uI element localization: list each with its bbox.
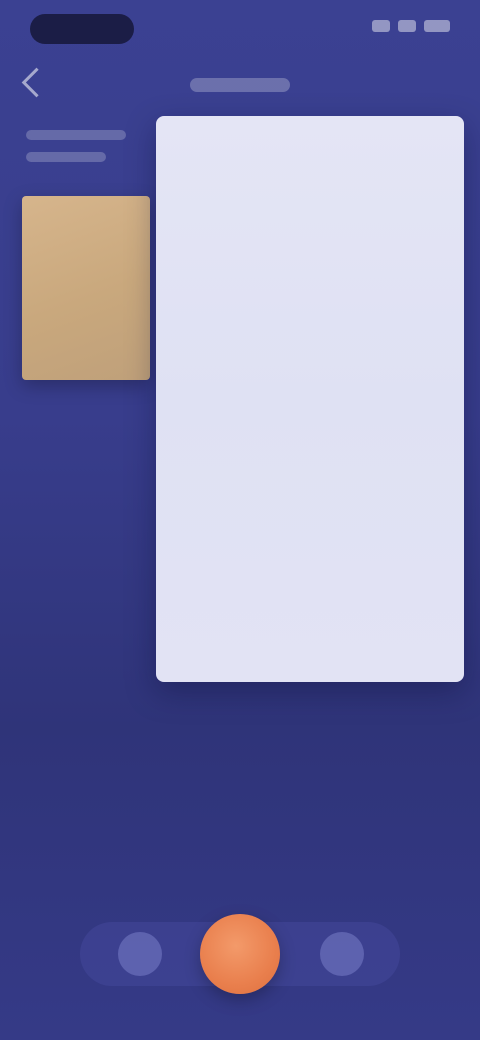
book-info xyxy=(26,130,136,174)
circle-button-icon[interactable] xyxy=(118,932,162,976)
battery-icon xyxy=(424,20,450,32)
book-title-line xyxy=(26,130,126,140)
screen xyxy=(0,0,480,1040)
menu-item[interactable] xyxy=(156,626,464,670)
primary-action-icon[interactable] xyxy=(200,914,280,994)
menu-item[interactable] xyxy=(156,160,464,204)
context-menu xyxy=(156,116,464,682)
menu-item[interactable] xyxy=(156,208,464,252)
status-pill xyxy=(30,14,134,44)
menu-item[interactable] xyxy=(156,266,464,310)
menu-item[interactable] xyxy=(156,474,464,518)
chevron-left-icon[interactable] xyxy=(21,67,52,98)
wifi-icon xyxy=(398,20,416,32)
menu-item[interactable] xyxy=(156,576,464,620)
bottom-control-bar xyxy=(0,900,480,1010)
book-cover[interactable] xyxy=(22,196,150,380)
book-author-line xyxy=(26,152,106,162)
header-title xyxy=(190,78,290,92)
status-bar xyxy=(0,0,480,64)
menu-item[interactable] xyxy=(156,320,464,364)
menu-item[interactable] xyxy=(156,116,464,160)
signal-icon xyxy=(372,20,390,32)
status-icons xyxy=(372,20,450,32)
menu-item[interactable] xyxy=(156,426,464,470)
menu-item[interactable] xyxy=(156,520,464,564)
circle-button-icon[interactable] xyxy=(320,932,364,976)
menu-item[interactable] xyxy=(156,370,464,414)
